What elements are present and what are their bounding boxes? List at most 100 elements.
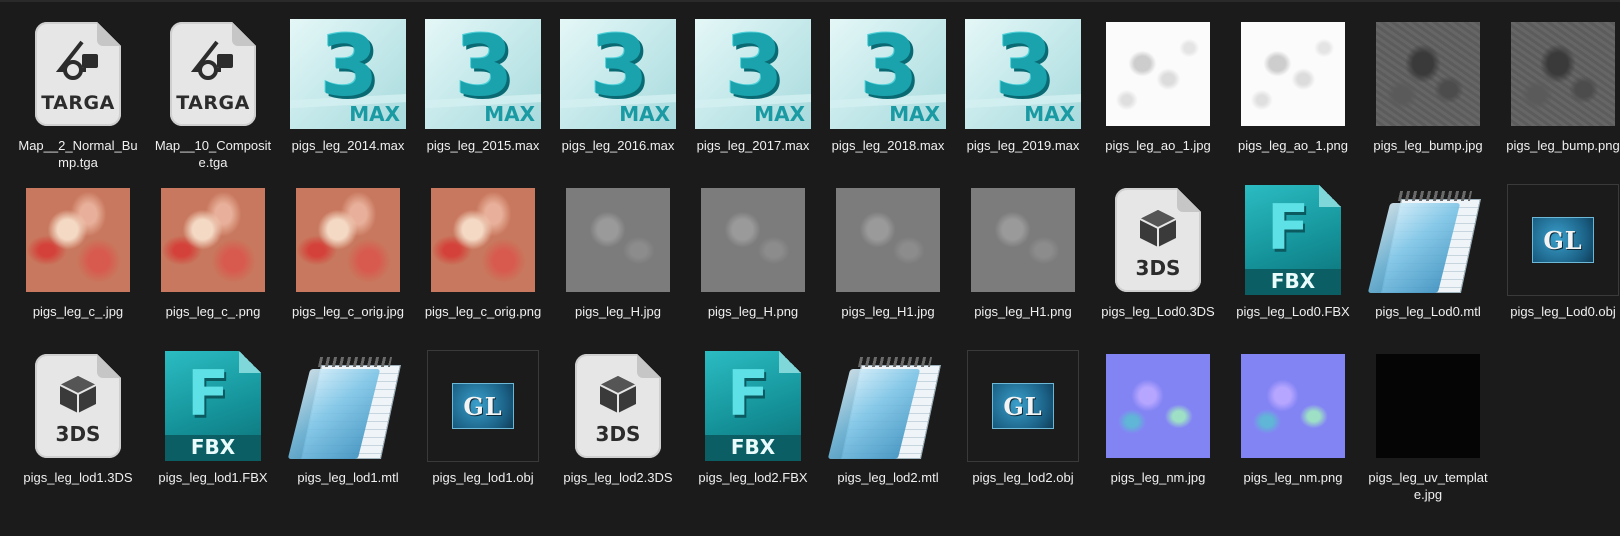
3dsmax-logo: 3 MAX bbox=[965, 19, 1081, 129]
file-item[interactable]: F FBX pigs_leg_lod1.FBX bbox=[150, 347, 276, 509]
opengl-logo-frame: GL bbox=[967, 350, 1079, 462]
notepad-graphic bbox=[1367, 185, 1483, 295]
file-name-label: Map__2_Normal_Bump.tga bbox=[18, 138, 138, 170]
file-name-label: pigs_leg_2014.max bbox=[291, 138, 405, 153]
file-item[interactable]: TARGA Map__10_Composite.tga bbox=[150, 15, 276, 177]
file-item[interactable]: pigs_leg_ao_1.jpg bbox=[1095, 15, 1221, 177]
file-item[interactable]: 3DS pigs_leg_Lod0.3DS bbox=[1095, 181, 1221, 343]
file-name-label: pigs_leg_H1.png bbox=[974, 304, 1072, 319]
file-name-label: Map__10_Composite.tga bbox=[154, 138, 272, 170]
opengl-logo-frame: GL bbox=[1507, 184, 1619, 296]
file-item[interactable]: pigs_leg_c_orig.jpg bbox=[285, 181, 411, 343]
opengl-obj-file-icon: GL bbox=[960, 347, 1086, 465]
file-item[interactable]: pigs_leg_Lod0.mtl bbox=[1365, 181, 1491, 343]
normal-map-texture-thumbnail bbox=[1230, 347, 1356, 465]
file-item[interactable]: pigs_leg_lod1.mtl bbox=[285, 347, 411, 509]
notepad-file-icon bbox=[285, 347, 411, 465]
file-type-badge: FBX bbox=[730, 435, 776, 459]
3dsmax-file-icon: 3 MAX bbox=[420, 15, 546, 133]
file-item[interactable]: pigs_leg_bump.jpg bbox=[1365, 15, 1491, 177]
texture-image bbox=[971, 188, 1075, 292]
file-item[interactable]: TARGA Map__2_Normal_Bump.tga bbox=[15, 15, 141, 177]
file-item[interactable]: 3DS pigs_leg_lod1.3DS bbox=[15, 347, 141, 509]
file-item[interactable]: pigs_leg_H.png bbox=[690, 181, 816, 343]
file-item[interactable]: 3 MAX pigs_leg_2018.max bbox=[825, 15, 951, 177]
document-shape: TARGA bbox=[170, 22, 256, 126]
file-type-badge: GL bbox=[1543, 225, 1583, 255]
3dsmax-file-icon: 3 MAX bbox=[825, 15, 951, 133]
fbx-logo: F FBX bbox=[1245, 185, 1341, 295]
file-item[interactable]: pigs_leg_c_orig.png bbox=[420, 181, 546, 343]
file-item[interactable]: pigs_leg_c_.jpg bbox=[15, 181, 141, 343]
texture-image bbox=[1241, 354, 1345, 458]
3dsmax-logo: 3 MAX bbox=[560, 19, 676, 129]
3ds-file-icon: 3DS bbox=[1095, 181, 1221, 299]
document-shape: 3DS bbox=[575, 354, 661, 458]
fbx-file-icon: F FBX bbox=[690, 347, 816, 465]
file-item[interactable]: pigs_leg_ao_1.png bbox=[1230, 15, 1356, 177]
bump-texture-thumbnail bbox=[1500, 15, 1620, 133]
file-name-label: pigs_leg_2015.max bbox=[426, 138, 540, 153]
file-name-label: pigs_leg_2017.max bbox=[696, 138, 810, 153]
targa-glyph bbox=[191, 40, 233, 80]
opengl-obj-file-icon: GL bbox=[1500, 181, 1620, 299]
file-item[interactable]: 3 MAX pigs_leg_2019.max bbox=[960, 15, 1086, 177]
normal-map-texture-thumbnail bbox=[1095, 347, 1221, 465]
file-name-label: pigs_leg_uv_template.jpg bbox=[1368, 470, 1488, 502]
file-item[interactable]: pigs_leg_H1.png bbox=[960, 181, 1086, 343]
targa-file-icon: TARGA bbox=[15, 15, 141, 133]
file-item[interactable]: 3 MAX pigs_leg_2014.max bbox=[285, 15, 411, 177]
file-name-label: pigs_leg_c_orig.png bbox=[424, 304, 542, 319]
file-name-label: pigs_leg_lod1.obj bbox=[432, 470, 534, 485]
3dsmax-file-icon: 3 MAX bbox=[555, 15, 681, 133]
file-item[interactable]: 3 MAX pigs_leg_2016.max bbox=[555, 15, 681, 177]
file-type-badge: TARGA bbox=[176, 92, 250, 114]
file-type-badge: MAX bbox=[484, 102, 535, 126]
file-type-badge: FBX bbox=[1270, 269, 1316, 293]
window-top-edge bbox=[0, 0, 1620, 2]
color-texture-thumbnail bbox=[150, 181, 276, 299]
3dsmax-file-icon: 3 MAX bbox=[690, 15, 816, 133]
fbx-file-icon: F FBX bbox=[1230, 181, 1356, 299]
fbx-logo: F FBX bbox=[165, 351, 261, 461]
height-texture-thumbnail bbox=[555, 181, 681, 299]
file-name-label: pigs_leg_H1.jpg bbox=[841, 304, 935, 319]
file-name-label: pigs_leg_ao_1.png bbox=[1238, 138, 1348, 153]
file-item[interactable]: GL pigs_leg_lod2.obj bbox=[960, 347, 1086, 509]
file-item[interactable]: F FBX pigs_leg_Lod0.FBX bbox=[1230, 181, 1356, 343]
fbx-logo: F FBX bbox=[705, 351, 801, 461]
file-type-badge: FBX bbox=[190, 435, 236, 459]
file-name-label: pigs_leg_Lod0.mtl bbox=[1375, 304, 1481, 319]
file-name-label: pigs_leg_2019.max bbox=[966, 138, 1080, 153]
file-item[interactable]: 3DS pigs_leg_lod2.3DS bbox=[555, 347, 681, 509]
file-item[interactable]: GL pigs_leg_lod1.obj bbox=[420, 347, 546, 509]
file-name-label: pigs_leg_c_.png bbox=[165, 304, 261, 319]
file-name-label: pigs_leg_bump.png bbox=[1506, 138, 1620, 153]
bump-texture-thumbnail bbox=[1365, 15, 1491, 133]
file-item[interactable]: pigs_leg_c_.png bbox=[150, 181, 276, 343]
file-name-label: pigs_leg_Lod0.FBX bbox=[1236, 304, 1350, 319]
file-item[interactable]: pigs_leg_bump.png bbox=[1500, 15, 1620, 177]
3dsmax-logo: 3 MAX bbox=[290, 19, 406, 129]
file-name-label: pigs_leg_lod1.mtl bbox=[297, 470, 399, 485]
file-name-label: pigs_leg_Lod0.obj bbox=[1510, 304, 1616, 319]
file-type-badge: MAX bbox=[1024, 102, 1075, 126]
texture-image bbox=[296, 188, 400, 292]
file-item[interactable]: F FBX pigs_leg_lod2.FBX bbox=[690, 347, 816, 509]
file-icon-grid: TARGA Map__2_Normal_Bump.tga TARGA Map__10_… bbox=[15, 15, 1620, 509]
file-item[interactable]: GL pigs_leg_Lod0.obj bbox=[1500, 181, 1620, 343]
3dsmax-logo: 3 MAX bbox=[830, 19, 946, 129]
file-item[interactable]: 3 MAX pigs_leg_2017.max bbox=[690, 15, 816, 177]
texture-image bbox=[836, 188, 940, 292]
file-name-label: pigs_leg_Lod0.3DS bbox=[1101, 304, 1215, 319]
file-item[interactable]: pigs_leg_nm.jpg bbox=[1095, 347, 1221, 509]
file-item[interactable]: pigs_leg_H1.jpg bbox=[825, 181, 951, 343]
file-item[interactable]: pigs_leg_lod2.mtl bbox=[825, 347, 951, 509]
file-name-label: pigs_leg_bump.jpg bbox=[1373, 138, 1483, 153]
file-item[interactable]: 3 MAX pigs_leg_2015.max bbox=[420, 15, 546, 177]
file-name-label: pigs_leg_lod2.FBX bbox=[698, 470, 808, 485]
3dsmax-file-icon: 3 MAX bbox=[285, 15, 411, 133]
file-item[interactable]: pigs_leg_H.jpg bbox=[555, 181, 681, 343]
file-item[interactable]: pigs_leg_nm.png bbox=[1230, 347, 1356, 509]
file-item[interactable]: pigs_leg_uv_template.jpg bbox=[1365, 347, 1491, 509]
